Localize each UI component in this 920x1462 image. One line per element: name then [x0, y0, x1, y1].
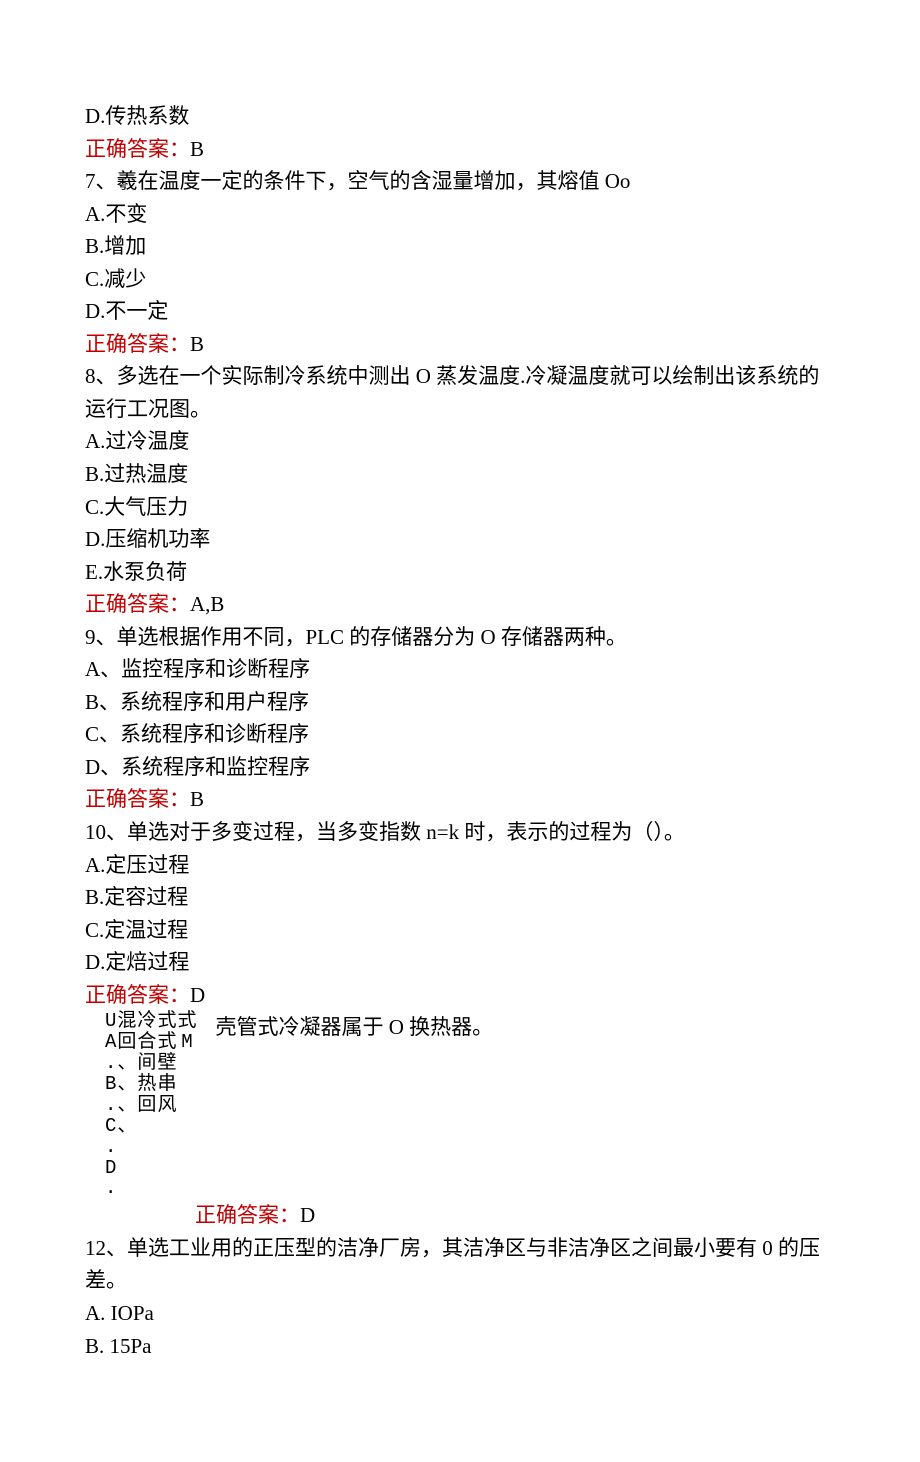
answer-value: A,B	[190, 592, 224, 616]
q6-answer: 正确答案：B	[85, 133, 840, 166]
q11-vcol-2: 冷 合 间 热 回	[137, 1011, 156, 1115]
q8-stem: 8、多选在一个实际制冷系统中测出 O 蒸发温度.冷凝温度就可以绘制出该系统的运行…	[85, 360, 840, 425]
q9-option-d: D、系统程序和监控程序	[85, 751, 840, 784]
q8-answer: 正确答案：A,B	[85, 588, 840, 621]
answer-value: D	[300, 1203, 315, 1227]
q11-answer: 正确答案：D	[85, 1199, 840, 1232]
q10-option-a: A.定压过程	[85, 849, 840, 882]
q8-option-e: E.水泵负荷	[85, 556, 840, 589]
q11-stem-text: 壳管式冷凝器属于 O 换热器。	[197, 1011, 493, 1044]
q6-option-d: D.传热系数	[85, 100, 840, 133]
q7-stem: 7、羲在温度一定的条件下，空气的含湿量增加，其熔值 Oo	[85, 165, 840, 198]
q8-option-c: C.大气压力	[85, 491, 840, 524]
answer-label: 正确答案：	[85, 592, 190, 616]
answer-label: 正确答案：	[85, 787, 190, 811]
q11-vcol-3: 式 式 壁 串 风	[157, 1011, 176, 1115]
answer-value: B	[190, 137, 204, 161]
q7-option-b: B.增加	[85, 230, 840, 263]
answer-label: 正确答案：	[85, 983, 190, 1007]
q8-option-d: D.压缩机功率	[85, 523, 840, 556]
q9-option-a: A、监控程序和诊断程序	[85, 653, 840, 686]
q11-vcol-1: 混 回 、 、 、 、	[117, 1011, 136, 1136]
answer-label: 正确答案：	[85, 332, 190, 356]
q12-stem: 12、单选工业用的正压型的洁净厂房，其洁净区与非洁净区之间最小要有 0 的压差。	[85, 1232, 840, 1297]
answer-value: B	[190, 787, 204, 811]
q9-stem: 9、单选根据作用不同，PLC 的存储器分为 O 存储器两种。	[85, 621, 840, 654]
answer-value: B	[190, 332, 204, 356]
q9-answer: 正确答案：B	[85, 783, 840, 816]
answer-label: 正确答案：	[85, 137, 190, 161]
q11-block: U A . B . C . D . 混 回 、 、 、 、 冷 合 间	[85, 1011, 840, 1199]
q11-vcol-4: 式 M	[177, 1011, 196, 1053]
q11-vertical-columns: U A . B . C . D . 混 回 、 、 、 、 冷 合 间	[85, 1011, 197, 1199]
answer-label: 正确答案：	[195, 1203, 300, 1227]
q12-option-a: A. IOPa	[85, 1297, 840, 1330]
q8-option-b: B.过热温度	[85, 458, 840, 491]
q10-option-b: B.定容过程	[85, 881, 840, 914]
q9-option-b: B、系统程序和用户程序	[85, 686, 840, 719]
q9-option-c: C、系统程序和诊断程序	[85, 718, 840, 751]
q10-option-c: C.定温过程	[85, 914, 840, 947]
q8-option-a: A.过冷温度	[85, 425, 840, 458]
q7-answer: 正确答案：B	[85, 328, 840, 361]
q7-option-c: C.减少	[85, 263, 840, 296]
q10-stem: 10、单选对于多变过程，当多变指数 n=k 时，表示的过程为（）。	[85, 816, 840, 849]
document-page: D.传热系数 正确答案：B 7、羲在温度一定的条件下，空气的含湿量增加，其熔值 …	[0, 0, 920, 1462]
q7-option-d: D.不一定	[85, 295, 840, 328]
q10-option-d: D.定焙过程	[85, 946, 840, 979]
answer-value: D	[190, 983, 205, 1007]
q7-option-a: A.不变	[85, 198, 840, 231]
q12-option-b: B. 15Pa	[85, 1330, 840, 1363]
q10-answer: 正确答案：D	[85, 979, 840, 1012]
q11-vcol-0: U A . B . C . D .	[105, 1011, 116, 1199]
